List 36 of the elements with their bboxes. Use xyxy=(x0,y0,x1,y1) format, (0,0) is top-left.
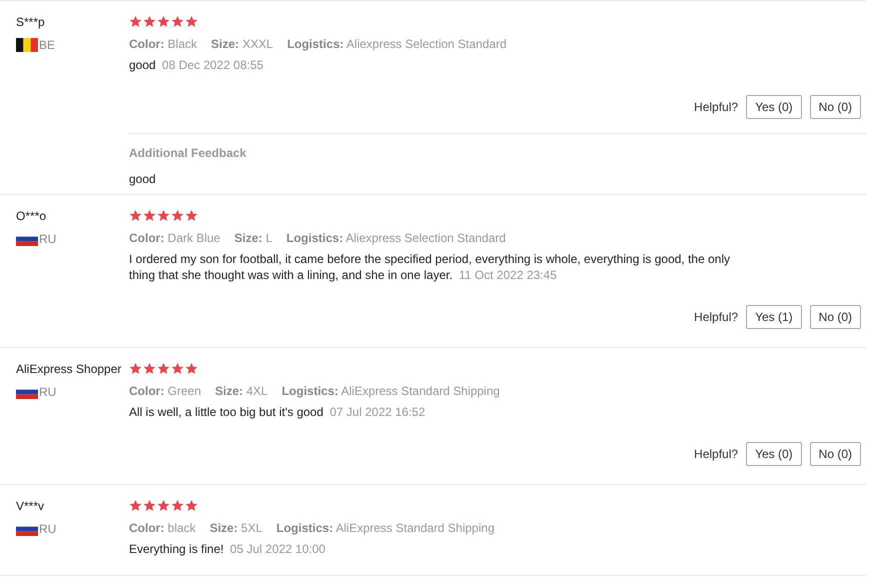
product-attribute: Color: black xyxy=(129,520,196,536)
product-attribute: Logistics: AliExpress Standard Shipping xyxy=(282,383,500,399)
product-attribute: Logistics: Aliexpress Selection Standard xyxy=(287,36,506,52)
product-attribute: Color: Green xyxy=(129,383,202,399)
no-button[interactable]: No (0) xyxy=(810,305,861,329)
additional-feedback-text: good xyxy=(129,172,157,186)
product-attribute: Size: 5XL xyxy=(210,520,262,536)
country-code: RU xyxy=(39,522,56,536)
country-code: RU xyxy=(39,232,56,246)
product-attribute: Size: L xyxy=(234,230,272,246)
yes-button[interactable]: Yes (0) xyxy=(746,95,802,119)
product-attribute: Size: 4XL xyxy=(215,383,268,399)
no-button[interactable]: No (0) xyxy=(810,95,861,119)
helpful-label: Helpful? xyxy=(694,447,738,461)
additional-feedback-title: Additional Feedback xyxy=(129,146,248,160)
reviewer-name: S***p xyxy=(16,15,46,30)
helpful-label: Helpful? xyxy=(694,310,738,324)
review-text: good 08 Dec 2022 08:55 xyxy=(129,57,264,73)
review-text: All is well, a little too big but it's good 07 Jul 2022 16:52 xyxy=(129,404,426,420)
helpful-label: Helpful? xyxy=(694,100,738,114)
product-attribute: Color: Dark Blue xyxy=(129,230,220,246)
flag-icon xyxy=(16,38,38,52)
product-attribute: Logistics: AliExpress Standard Shipping xyxy=(276,520,494,536)
country-code: BE xyxy=(39,38,56,52)
product-attribute: Logistics: Aliexpress Selection Standard xyxy=(286,230,506,246)
product-attribute: Color: Black xyxy=(129,36,198,52)
review-text: Everything is fine! 05 Jul 2022 10:00 xyxy=(129,541,326,557)
review-text: I ordered my son for football, it came before the specified period, everything is whole, everything is good, the only thing that she thought was with a lining, and she in one layer. 11 Oct 2022 23:45 xyxy=(129,251,731,283)
reviewer-name: V***v xyxy=(16,499,46,514)
reviewer-name: O***o xyxy=(16,209,48,224)
yes-button[interactable]: Yes (0) xyxy=(746,442,802,466)
yes-button[interactable]: Yes (1) xyxy=(746,305,802,329)
product-attribute: Size: XXXL xyxy=(211,36,274,52)
no-button[interactable]: No (0) xyxy=(810,442,861,466)
country-code: RU xyxy=(39,385,56,399)
reviewer-name: AliExpress Shopper xyxy=(16,362,122,377)
